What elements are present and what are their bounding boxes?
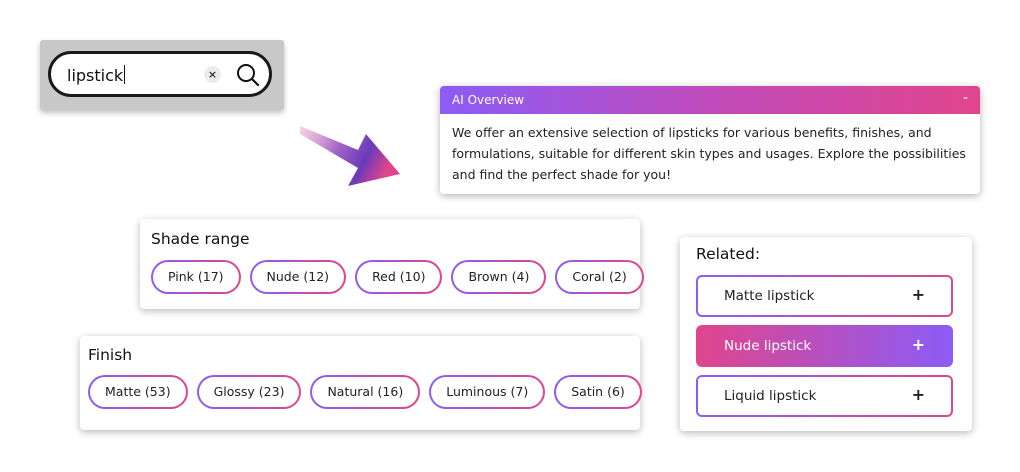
related-item-liquid-lipstick[interactable]: Liquid lipstick + (696, 375, 953, 417)
chip-nude[interactable]: Nude (12) (250, 260, 347, 294)
related-item-label: Nude lipstick (724, 338, 812, 354)
finish-title: Finish (88, 346, 133, 364)
finish-card: Finish Matte (53) Glossy (23) Natural (1… (80, 336, 640, 430)
plus-icon[interactable]: + (912, 385, 925, 404)
chip-coral[interactable]: Coral (2) (555, 260, 643, 294)
ai-overview-header: AI Overview - (440, 86, 980, 114)
gradient-arrow-icon (296, 120, 406, 192)
collapse-button[interactable]: - (963, 90, 968, 106)
plus-icon[interactable]: + (912, 335, 925, 354)
chip-natural[interactable]: Natural (16) (310, 375, 420, 409)
related-card: Related: Matte lipstick + Nude lipstick … (680, 237, 972, 431)
related-title: Related: (696, 245, 761, 263)
chip-matte[interactable]: Matte (53) (88, 375, 188, 409)
related-item-label: Matte lipstick (724, 288, 815, 304)
search-input[interactable]: lipstick × (48, 51, 272, 97)
shade-range-title: Shade range (151, 230, 250, 248)
chip-pink[interactable]: Pink (17) (151, 260, 241, 294)
ai-overview-card: AI Overview - We offer an extensive sele… (440, 86, 980, 194)
chip-glossy[interactable]: Glossy (23) (197, 375, 302, 409)
chip-red[interactable]: Red (10) (355, 260, 442, 294)
chip-brown[interactable]: Brown (4) (451, 260, 546, 294)
ai-overview-title: AI Overview (452, 93, 525, 107)
search-bar-container: lipstick × (40, 40, 284, 110)
related-item-matte-lipstick[interactable]: Matte lipstick + (696, 275, 953, 317)
clear-button[interactable]: × (204, 66, 221, 83)
shade-range-card: Shade range Pink (17) Nude (12) Red (10)… (140, 219, 640, 309)
related-item-nude-lipstick[interactable]: Nude lipstick + (696, 325, 953, 367)
text-caret (124, 65, 126, 84)
chip-satin[interactable]: Satin (6) (554, 375, 642, 409)
related-item-label: Liquid lipstick (724, 388, 817, 404)
search-icon[interactable] (235, 62, 261, 88)
shade-range-chips: Pink (17) Nude (12) Red (10) Brown (4) C… (151, 260, 644, 294)
finish-chips: Matte (53) Glossy (23) Natural (16) Lumi… (88, 375, 642, 409)
search-query-text[interactable]: lipstick (67, 65, 126, 85)
ai-overview-body: We offer an extensive selection of lipst… (452, 125, 966, 182)
chip-luminous[interactable]: Luminous (7) (429, 375, 545, 409)
plus-icon[interactable]: + (912, 285, 925, 304)
